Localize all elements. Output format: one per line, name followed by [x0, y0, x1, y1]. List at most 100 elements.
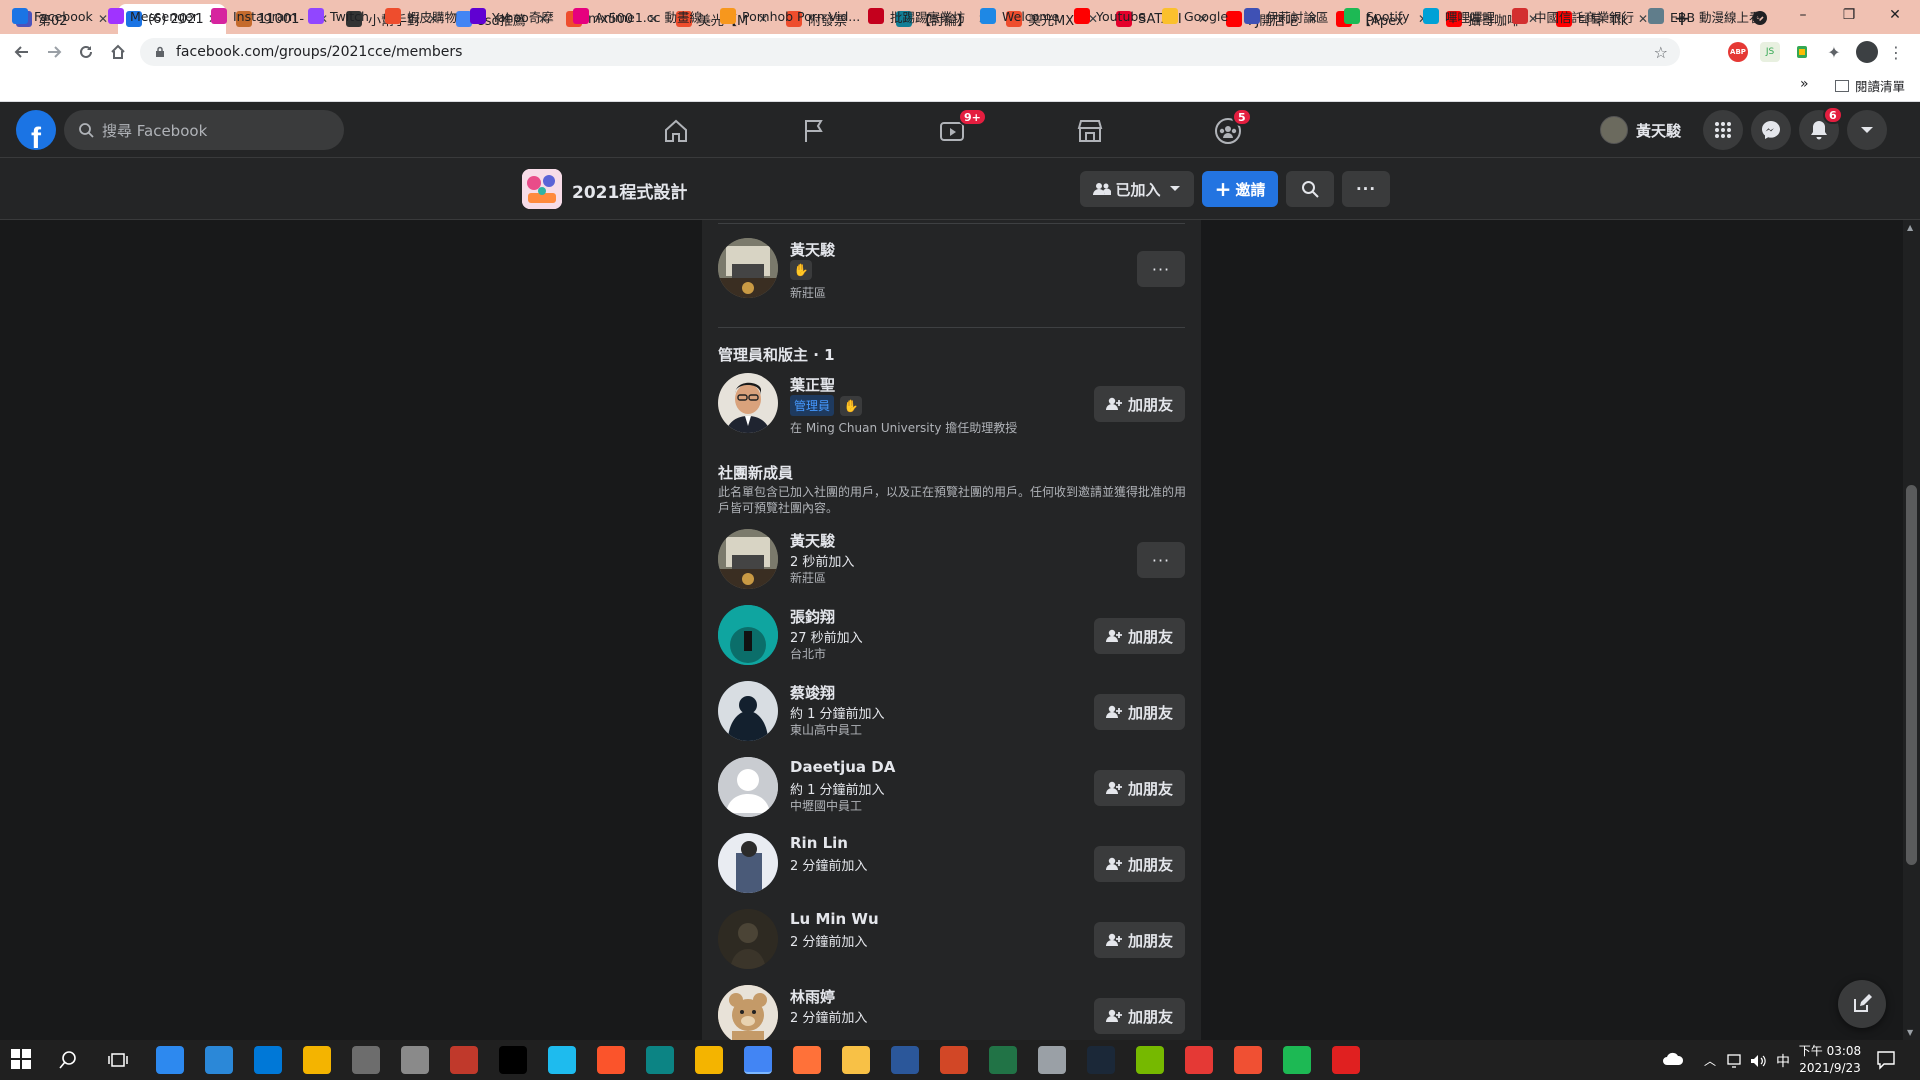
avatar[interactable]	[718, 833, 778, 893]
group-search-button[interactable]	[1286, 171, 1334, 207]
menu-grid-button[interactable]	[1703, 110, 1743, 150]
avatar[interactable]	[718, 605, 778, 665]
reload-button[interactable]	[74, 40, 98, 64]
member-name[interactable]: 蔡竣翔	[790, 682, 835, 703]
start-button[interactable]	[10, 1048, 36, 1074]
ime-indicator[interactable]: 中	[1776, 1051, 1790, 1071]
avatar[interactable]	[718, 681, 778, 741]
wave-icon[interactable]: ✋	[840, 395, 863, 416]
group-more-button[interactable]: ···	[1342, 171, 1390, 207]
profile-button[interactable]: 黃天駿	[1600, 114, 1689, 146]
messenger-button[interactable]	[1751, 110, 1791, 150]
taskbar-search-button[interactable]	[58, 1050, 80, 1072]
joined-button[interactable]: 已加入	[1080, 171, 1194, 207]
account-menu-button[interactable]	[1847, 110, 1887, 150]
member-more-button[interactable]: ···	[1137, 251, 1185, 287]
invite-button[interactable]: + 邀請	[1202, 171, 1278, 207]
avatar[interactable]	[718, 985, 778, 1040]
avatar[interactable]	[718, 238, 778, 298]
back-button[interactable]	[10, 40, 34, 64]
bookmark-item[interactable]: Spotify	[1344, 6, 1409, 26]
chrome-icon[interactable]	[744, 1046, 772, 1074]
calendar-icon[interactable]	[450, 1046, 478, 1074]
adblock-extension-icon[interactable]: ABP	[1728, 42, 1748, 62]
bookmark-item[interactable]: Facebook	[12, 6, 93, 26]
minimize-button[interactable]: –	[1780, 0, 1826, 30]
add-friend-button[interactable]: 加朋友	[1094, 770, 1185, 806]
bookmark-item[interactable]: Twitch	[308, 6, 369, 26]
ie-icon[interactable]	[548, 1046, 576, 1074]
acrobat-icon[interactable]	[1332, 1046, 1360, 1074]
cursor-app-icon[interactable]	[1185, 1046, 1213, 1074]
wave-badge[interactable]: ✋	[790, 260, 812, 280]
add-friend-button[interactable]: 加朋友	[1094, 618, 1185, 654]
close-tab-icon[interactable]: ✕	[1638, 12, 1648, 26]
vpn-icon[interactable]	[1038, 1046, 1066, 1074]
home-nav-icon[interactable]	[662, 118, 690, 144]
member-name[interactable]: Lu Min Wu	[790, 910, 879, 928]
add-friend-button[interactable]: 加朋友	[1094, 694, 1185, 730]
group-name[interactable]: 2021程式設計	[572, 178, 687, 203]
task-view-button[interactable]	[108, 1050, 130, 1072]
chrome-canary-icon[interactable]	[695, 1046, 723, 1074]
bookmark-item[interactable]: Yahoo奇摩	[470, 6, 554, 26]
bookmark-item[interactable]: 中國信託商業銀行	[1512, 6, 1634, 26]
member-more-button[interactable]: ···	[1137, 542, 1185, 578]
firefox-icon[interactable]	[793, 1046, 821, 1074]
extension-icon[interactable]	[1792, 42, 1812, 62]
edge-icon[interactable]	[646, 1046, 674, 1074]
bookmark-item[interactable]: Pornhob Porn Vid...	[720, 6, 860, 26]
bookmark-item[interactable]: 蝦皮購物	[385, 6, 457, 26]
weather-icon[interactable]	[303, 1046, 331, 1074]
scrollbar-thumb[interactable]	[1906, 485, 1917, 865]
member-name[interactable]: 葉正聖	[790, 374, 835, 395]
settings-icon[interactable]	[352, 1046, 380, 1074]
bookmark-item[interactable]: Anime1.cc 動畫線...	[573, 6, 714, 26]
steam-icon[interactable]	[1087, 1046, 1115, 1074]
tray-chevron-icon[interactable]: ︿	[1704, 1052, 1716, 1069]
brave-icon[interactable]	[597, 1046, 625, 1074]
pages-nav-icon[interactable]	[800, 118, 828, 144]
nvidia-icon[interactable]	[1136, 1046, 1164, 1074]
group-cover-thumbnail[interactable]	[522, 169, 562, 209]
bookmark-star-icon[interactable]: ☆	[1654, 43, 1668, 62]
spotify-icon[interactable]	[1283, 1046, 1311, 1074]
word-icon[interactable]	[891, 1046, 919, 1074]
bookmark-item[interactable]: Messenger	[108, 6, 198, 26]
bookmark-item[interactable]: 批踢踢實業坊	[868, 6, 965, 26]
add-friend-button[interactable]: 加朋友	[1094, 846, 1185, 882]
member-name[interactable]: 林雨婷	[790, 986, 835, 1007]
address-bar[interactable]: facebook.com/groups/2021cce/members ☆	[140, 38, 1680, 66]
action-center-button[interactable]	[1876, 1050, 1898, 1072]
new-message-button[interactable]	[1838, 980, 1886, 1028]
close-window-button[interactable]: ✕	[1872, 0, 1918, 30]
close-tab-icon[interactable]: ✕	[98, 12, 108, 26]
scroll-up-arrow[interactable]: ▲	[1907, 223, 1913, 232]
bookmark-item[interactable]: Instagram	[211, 6, 297, 26]
add-friend-button[interactable]: 加朋友	[1094, 922, 1185, 958]
volume-icon[interactable]	[1750, 1053, 1768, 1069]
bookmark-item[interactable]: 嗶哩嗶哩	[1423, 6, 1495, 26]
add-friend-button[interactable]: 加朋友	[1094, 998, 1185, 1034]
folder-icon[interactable]	[842, 1046, 870, 1074]
facebook-search-input[interactable]: 搜尋 Facebook	[64, 110, 344, 150]
restore-button[interactable]: ❐	[1826, 0, 1872, 30]
add-friend-button[interactable]: 加朋友	[1094, 386, 1185, 422]
network-tray-icon[interactable]	[1726, 1053, 1744, 1069]
clock[interactable]: 下午 03:08 2021/9/23	[1798, 1043, 1862, 1077]
store-icon[interactable]	[254, 1046, 282, 1074]
member-name[interactable]: Daeetjua DA	[790, 758, 895, 776]
avatar[interactable]	[718, 909, 778, 969]
member-name[interactable]: 黃天駿	[790, 239, 835, 260]
translate-extension-icon[interactable]: JS	[1760, 42, 1780, 62]
member-name[interactable]: Rin Lin	[790, 834, 848, 852]
file-explorer-icon[interactable]	[156, 1046, 184, 1074]
member-name[interactable]: 張鈞翔	[790, 606, 835, 627]
excel-icon[interactable]	[989, 1046, 1017, 1074]
onedrive-icon[interactable]	[1662, 1050, 1684, 1070]
forward-button[interactable]	[42, 40, 66, 64]
bookmark-item[interactable]: Google	[1162, 6, 1228, 26]
bookmark-item[interactable]: 伊莉討論區	[1244, 6, 1329, 26]
bookmarks-overflow-button[interactable]: »	[1800, 76, 1809, 92]
terminal-icon[interactable]	[499, 1046, 527, 1074]
